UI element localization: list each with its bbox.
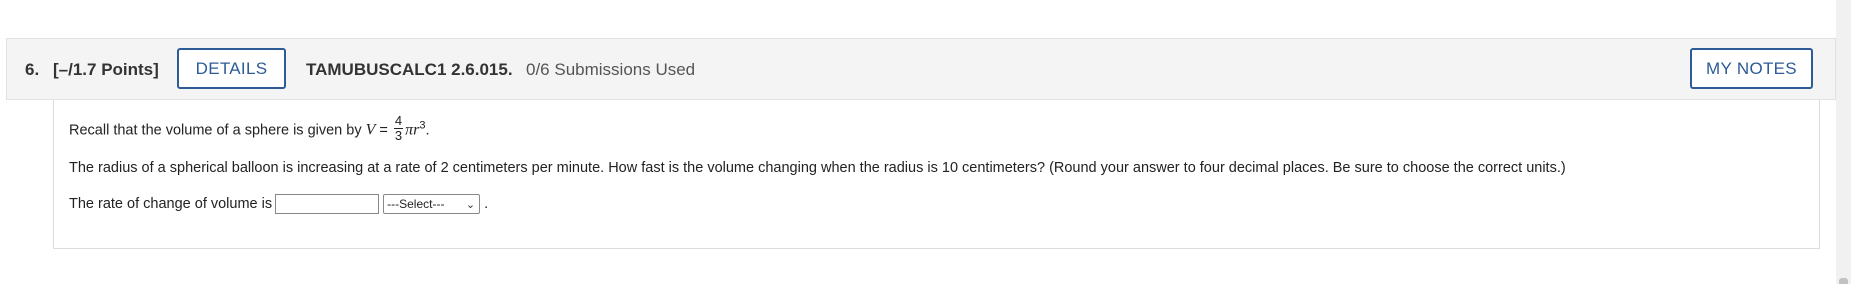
recall-text: Recall that the volume of a sphere is gi… xyxy=(69,122,366,139)
details-button[interactable]: DETAILS xyxy=(177,48,286,89)
chevron-down-icon: ⌄ xyxy=(465,198,476,211)
formula-variable: V xyxy=(365,121,376,139)
units-select-value: ---Select--- xyxy=(387,197,445,211)
formula-line: Recall that the volume of a sphere is gi… xyxy=(69,113,430,145)
formula-fraction: 43 xyxy=(393,113,404,143)
answer-suffix: . xyxy=(484,195,489,212)
answer-input[interactable] xyxy=(275,194,380,214)
question-header: 6. [–/1.7 Points] DETAILS TAMUBUSCALC1 2… xyxy=(6,38,1836,100)
fraction-denominator: 3 xyxy=(394,128,403,143)
problem-id: TAMUBUSCALC1 2.6.015. xyxy=(306,60,513,79)
scrollbar-thumb[interactable] xyxy=(1839,278,1848,284)
submissions-count: 0/6 Submissions Used xyxy=(526,60,696,79)
page-scrollbar[interactable] xyxy=(1836,0,1851,284)
question-body: Recall that the volume of a sphere is gi… xyxy=(53,100,1820,249)
question-number: 6. xyxy=(25,60,40,79)
formula-pi-r: πr xyxy=(405,121,420,139)
problem-text: The radius of a spherical balloon is inc… xyxy=(69,160,1566,176)
formula-period: . xyxy=(425,122,430,139)
answer-prefix: The rate of change of volume is xyxy=(69,195,273,212)
question-points: [–/1.7 Points] xyxy=(53,60,159,79)
answer-line: The rate of change of volume is ---Select… xyxy=(69,194,488,214)
formula-equals: = xyxy=(375,122,392,139)
fraction-numerator: 4 xyxy=(393,113,404,129)
units-select[interactable]: ---Select--- ⌄ xyxy=(383,194,481,214)
my-notes-button[interactable]: MY NOTES xyxy=(1690,48,1813,89)
